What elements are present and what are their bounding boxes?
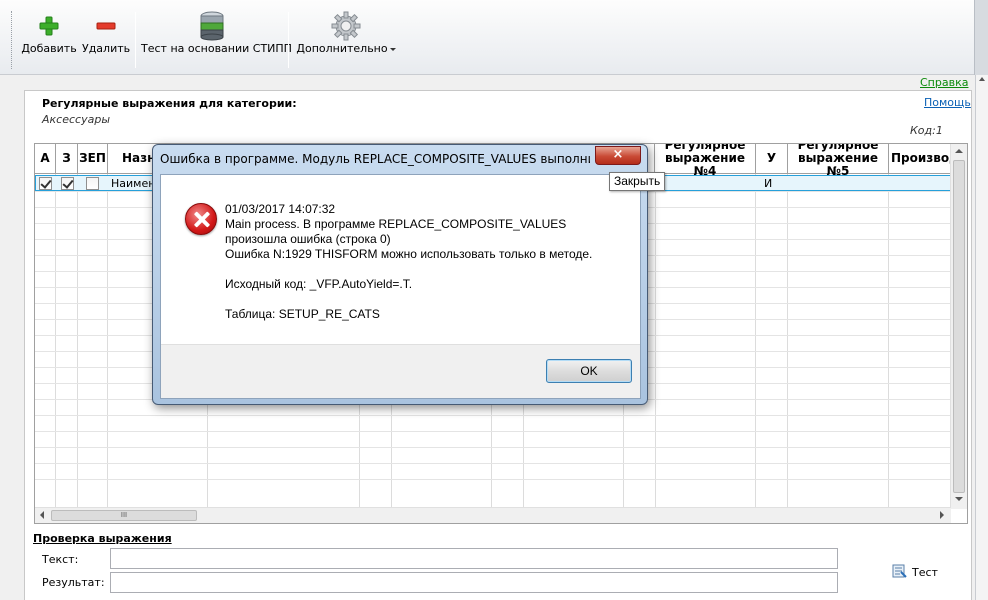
category-heading: Регулярные выражения для категории: bbox=[42, 97, 297, 110]
grid-line bbox=[655, 174, 656, 509]
checkbox-zep[interactable] bbox=[86, 177, 99, 190]
column-header-regex-4[interactable]: Регулярное выражение №4 bbox=[655, 144, 756, 178]
scroll-left-icon bbox=[40, 511, 44, 519]
more-label-text: Дополнительно bbox=[296, 42, 388, 55]
help-link[interactable]: Справка bbox=[920, 76, 968, 89]
grid-row-line bbox=[35, 431, 951, 432]
category-name: Аксессуары bbox=[42, 113, 110, 126]
error-message: 01/03/2017 14:07:32 Main process. В прог… bbox=[225, 202, 593, 321]
checkbox-a[interactable] bbox=[39, 177, 52, 190]
grid-row-line bbox=[35, 463, 951, 464]
column-header-zep[interactable]: ЗЕП bbox=[78, 144, 108, 174]
close-icon: × bbox=[612, 147, 624, 162]
scrollbar-thumb[interactable]: III bbox=[51, 510, 197, 521]
scroll-down-icon bbox=[955, 497, 963, 501]
ok-button[interactable]: OK bbox=[546, 359, 632, 383]
grid-line bbox=[107, 174, 108, 509]
check-expression-title: Проверка выражения bbox=[33, 532, 172, 545]
grid-vertical-scrollbar[interactable] bbox=[950, 144, 967, 509]
close-tooltip: Закрыть bbox=[609, 172, 666, 191]
test-button[interactable]: Тест bbox=[892, 563, 938, 582]
more-label: Дополнительно bbox=[296, 42, 396, 55]
chevron-down-icon bbox=[389, 47, 396, 51]
dialog-footer: OK bbox=[161, 344, 640, 398]
test-stipp-button[interactable]: Тест на основании СТИПП bbox=[141, 10, 292, 66]
category-code: Код:1 bbox=[910, 124, 943, 137]
cell-u[interactable]: И bbox=[764, 177, 772, 190]
dialog-body: 01/03/2017 14:07:32 Main process. В прог… bbox=[160, 174, 641, 399]
text-label: Текст: bbox=[42, 553, 79, 566]
column-header-regex-5[interactable]: Регулярное выражение №5 bbox=[788, 144, 889, 178]
add-button-label: Добавить bbox=[21, 42, 77, 55]
grid-row-line bbox=[35, 447, 951, 448]
test-button-label: Тест bbox=[912, 566, 938, 579]
plus-icon bbox=[20, 10, 78, 42]
grid-line bbox=[77, 174, 78, 509]
grid-row-line bbox=[35, 479, 951, 480]
grid-line bbox=[755, 174, 756, 509]
grid-line bbox=[787, 174, 788, 509]
close-button[interactable]: × bbox=[595, 146, 641, 165]
grid-line bbox=[888, 174, 889, 509]
scroll-up-icon bbox=[955, 149, 963, 153]
scrollbar-thumb[interactable] bbox=[953, 160, 965, 493]
toolbar-separator bbox=[288, 12, 289, 68]
toolbar-grip bbox=[11, 11, 12, 69]
result-label: Результат: bbox=[42, 576, 105, 589]
toolbar-separator bbox=[135, 12, 136, 68]
text-input[interactable] bbox=[110, 548, 838, 569]
toolbar-right-edge bbox=[974, 0, 988, 75]
column-header-u[interactable]: У bbox=[756, 144, 788, 174]
column-header-a[interactable]: А bbox=[35, 144, 56, 174]
minus-icon bbox=[82, 10, 130, 42]
gear-icon bbox=[296, 10, 396, 42]
column-header-z[interactable]: З bbox=[56, 144, 78, 174]
delete-button[interactable]: Удалить bbox=[82, 10, 130, 66]
test-icon bbox=[892, 563, 908, 582]
test-stipp-label: Тест на основании СТИПП bbox=[141, 42, 292, 55]
column-header-manufacturer[interactable]: Производ bbox=[889, 144, 951, 174]
error-dialog: Ошибка в программе. Модуль REPLACE_COMPO… bbox=[152, 144, 648, 405]
assist-link[interactable]: Помощь bbox=[924, 96, 971, 109]
add-button[interactable]: Добавить bbox=[20, 10, 78, 66]
more-dropdown-button[interactable]: Дополнительно bbox=[296, 10, 396, 66]
error-icon bbox=[185, 203, 217, 235]
dialog-title: Ошибка в программе. Модуль REPLACE_COMPO… bbox=[160, 152, 590, 166]
toolbar: Добавить Удалить Тест на основании СТИПП bbox=[0, 0, 988, 75]
arrow-up-icon bbox=[979, 77, 985, 81]
database-icon bbox=[141, 10, 283, 42]
result-field[interactable] bbox=[110, 572, 838, 593]
delete-button-label: Удалить bbox=[82, 42, 131, 55]
grid-row-line bbox=[35, 415, 951, 416]
checkbox-z[interactable] bbox=[61, 177, 74, 190]
right-scroll-strip[interactable] bbox=[975, 75, 988, 600]
scroll-right-icon bbox=[940, 511, 944, 519]
grid-horizontal-scrollbar[interactable]: III bbox=[35, 507, 951, 523]
grid-line bbox=[55, 174, 56, 509]
